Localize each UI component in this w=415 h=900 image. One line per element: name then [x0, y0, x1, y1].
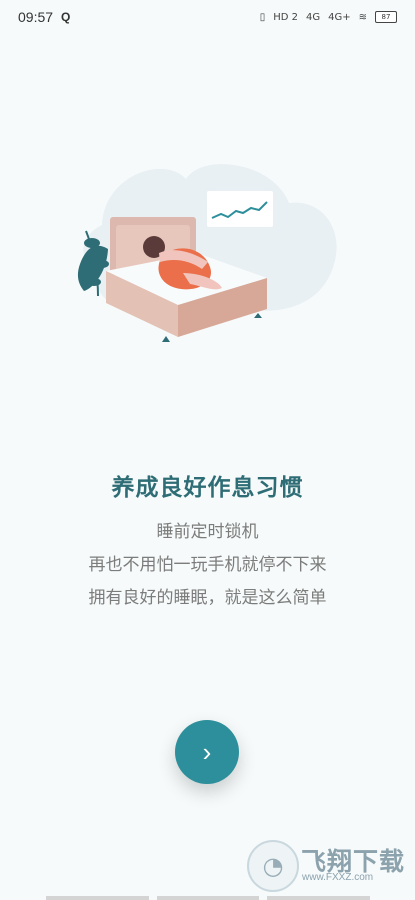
- next-button[interactable]: ›: [175, 720, 239, 784]
- page-title: 养成良好作息习惯: [111, 475, 304, 501]
- q-icon: Q: [61, 10, 71, 24]
- watermark: ◔ 飞翔下载 www.FXXZ.com: [247, 840, 407, 892]
- monitor-screen-shape: [207, 191, 273, 227]
- floor-plant-shape: [254, 313, 262, 318]
- status-time: 09:57: [18, 9, 54, 25]
- page-indicator-bar-3: [267, 896, 371, 900]
- battery-icon: 87: [375, 11, 397, 23]
- vibrate-icon: ▯: [259, 11, 266, 23]
- status-left: 09:57 Q: [18, 9, 70, 25]
- description-line-1: 睡前定时锁机: [156, 522, 259, 542]
- plant-leaf-shape-3: [95, 260, 109, 268]
- hd-network-icon: HD 2: [273, 11, 298, 23]
- watermark-logo-icon: ◔: [247, 840, 299, 892]
- sleep-illustration: [77, 164, 337, 342]
- page-indicator: [46, 896, 371, 900]
- status-right: ▯ HD 2 4G 4G+ ≋ 87: [260, 11, 397, 23]
- plant-leaf-shape-4: [87, 278, 101, 286]
- description-line-3: 拥有良好的睡眠，就是这么简单: [88, 588, 327, 608]
- floor-plant-shape-2: [162, 336, 170, 342]
- plant-leaf-shape-2: [84, 238, 100, 248]
- page-indicator-bar-2: [156, 896, 260, 900]
- network-4g-plus-icon: 4G+: [328, 11, 351, 23]
- watermark-url: www.FXXZ.com: [302, 872, 374, 883]
- page-indicator-bar-1: [46, 896, 149, 900]
- status-bar: 09:57 Q ▯ HD 2 4G 4G+ ≋ 87: [0, 0, 415, 34]
- network-4g-icon: 4G: [305, 11, 321, 23]
- description-line-2: 再也不用怕一玩手机就停不下来: [88, 555, 327, 575]
- wifi-icon: ≋: [358, 11, 367, 23]
